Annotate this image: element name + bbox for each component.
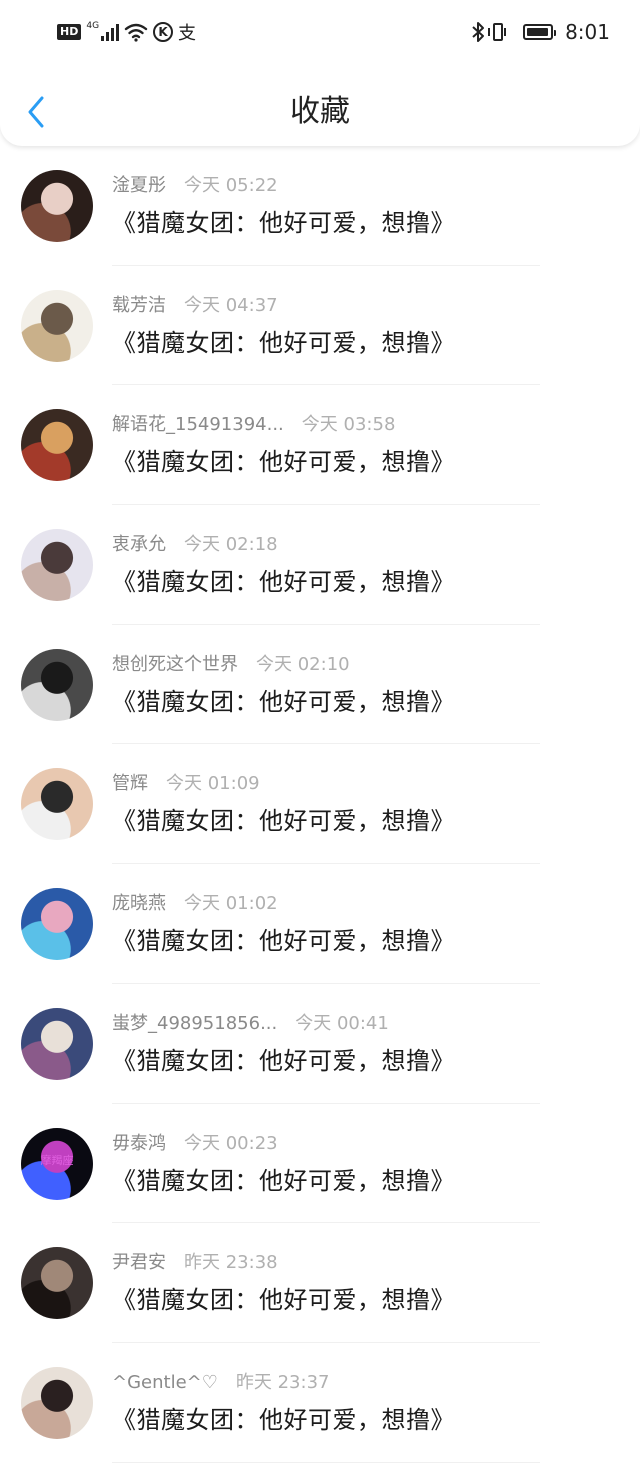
item-text[interactable]: 《猎魔女团：他好可爱，想撸》 xyxy=(112,326,455,360)
username[interactable]: 尹君安 xyxy=(112,1252,166,1273)
timestamp: 今天 01:09 xyxy=(166,773,260,795)
avatar-text: 摩羯座 xyxy=(40,1153,74,1167)
k-icon: K xyxy=(153,22,174,42)
list-item[interactable]: 摩羯座 毋泰鸿 今天 00:23 《猎魔女团：他好可爱，想撸》 xyxy=(0,1104,640,1224)
list-item[interactable]: 管辉 今天 01:09 《猎魔女团：他好可爱，想撸》 xyxy=(0,744,640,865)
list-item[interactable]: 庞晓燕 今天 01:02 《猎魔女团：他好可爱，想撸》 xyxy=(0,864,640,984)
avatar[interactable]: 摩羯座 xyxy=(21,1127,93,1200)
item-meta: 尹君安 昨天 23:38 xyxy=(112,1250,278,1276)
item-text[interactable]: 《猎魔女团：他好可爱，想撸》 xyxy=(112,1044,455,1078)
list-item[interactable]: 淦夏彤 今天 05:22 《猎魔女团：他好可爱，想撸》 xyxy=(0,146,640,266)
app-header: HD 4G K 支 8:01 收藏 xyxy=(0,0,640,146)
username[interactable]: 庞晓燕 xyxy=(112,893,166,914)
item-meta: 毋泰鸿 今天 00:23 xyxy=(112,1131,278,1157)
avatar[interactable] xyxy=(21,1247,93,1320)
item-text[interactable]: 《猎魔女团：他好可爱，想撸》 xyxy=(112,206,455,240)
username[interactable]: 衷承允 xyxy=(112,534,166,555)
item-meta: 蚩梦_498951856... 今天 00:41 xyxy=(112,1011,389,1037)
status-bar: HD 4G K 支 8:01 xyxy=(0,0,640,64)
item-meta: 解语花_15491394... 今天 03:58 xyxy=(112,412,395,438)
status-left: HD 4G K 支 xyxy=(57,20,196,44)
hd-icon: HD xyxy=(57,24,82,40)
avatar[interactable] xyxy=(21,1366,93,1439)
list-item[interactable]: 衷承允 今天 02:18 《猎魔女团：他好可爱，想撸》 xyxy=(0,505,640,625)
item-text[interactable]: 《猎魔女团：他好可爱，想撸》 xyxy=(112,1283,455,1317)
username[interactable]: 管辉 xyxy=(112,773,148,794)
timestamp: 今天 01:02 xyxy=(184,893,278,915)
timestamp: 昨天 23:37 xyxy=(235,1371,330,1393)
avatar[interactable] xyxy=(21,289,93,362)
network-type-label: 4G xyxy=(86,21,100,31)
timestamp: 今天 02:18 xyxy=(184,534,278,556)
list-item[interactable]: 想创死这个世界 今天 02:10 《猎魔女团：他好可爱，想撸》 xyxy=(0,625,640,745)
avatar[interactable] xyxy=(21,1007,93,1080)
username[interactable]: 毋泰鸿 xyxy=(112,1133,166,1154)
vibrate-icon xyxy=(488,23,507,41)
item-text[interactable]: 《猎魔女团：他好可爱，想撸》 xyxy=(112,685,455,719)
item-text[interactable]: 《猎魔女团：他好可爱，想撸》 xyxy=(112,1403,455,1437)
timestamp: 今天 00:41 xyxy=(295,1012,389,1034)
bluetooth-icon xyxy=(472,22,485,42)
item-text[interactable]: 《猎魔女团：他好可爱，想撸》 xyxy=(112,924,455,958)
avatar[interactable] xyxy=(21,409,93,482)
timestamp: 昨天 23:38 xyxy=(184,1252,278,1274)
item-meta: 淦夏彤 今天 05:22 xyxy=(112,173,278,199)
favorites-list: 淦夏彤 今天 05:22 《猎魔女团：他好可爱，想撸》 载芳洁 今天 04:37 《猎魔女… xyxy=(0,146,640,1463)
avatar[interactable] xyxy=(21,529,93,602)
username[interactable]: 解语花_15491394... xyxy=(112,414,284,435)
list-item[interactable]: ^Gentle^♡ 昨天 23:37 《猎魔女团：他好可爱，想撸》 xyxy=(0,1343,640,1463)
signal-icon xyxy=(101,23,120,41)
battery-icon xyxy=(523,24,557,40)
item-text[interactable]: 《猎魔女团：他好可爱，想撸》 xyxy=(112,565,455,599)
username[interactable]: 载芳洁 xyxy=(112,295,166,316)
item-meta: ^Gentle^♡ 昨天 23:37 xyxy=(112,1370,329,1396)
item-meta: 载芳洁 今天 04:37 xyxy=(112,293,278,319)
timestamp: 今天 00:23 xyxy=(184,1132,278,1154)
list-item[interactable]: 尹君安 昨天 23:38 《猎魔女团：他好可爱，想撸》 xyxy=(0,1223,640,1343)
item-meta: 想创死这个世界 今天 02:10 xyxy=(112,652,350,678)
item-text[interactable]: 《猎魔女团：他好可爱，想撸》 xyxy=(112,445,455,479)
list-item[interactable]: 载芳洁 今天 04:37 《猎魔女团：他好可爱，想撸》 xyxy=(0,266,640,386)
item-meta: 庞晓燕 今天 01:02 xyxy=(112,891,278,917)
avatar[interactable] xyxy=(21,768,93,841)
username[interactable]: 想创死这个世界 xyxy=(112,654,238,675)
username[interactable]: 淦夏彤 xyxy=(112,175,166,196)
page-title: 收藏 xyxy=(290,94,350,129)
item-text[interactable]: 《猎魔女团：他好可爱，想撸》 xyxy=(112,804,455,838)
alipay-icon: 支 xyxy=(178,23,197,44)
item-meta: 管辉 今天 01:09 xyxy=(112,771,260,797)
avatar[interactable] xyxy=(21,170,93,242)
timestamp: 今天 03:58 xyxy=(301,414,396,436)
avatar[interactable] xyxy=(21,888,93,961)
wifi-icon xyxy=(124,23,148,42)
avatar[interactable] xyxy=(21,648,93,721)
list-item[interactable]: 蚩梦_498951856... 今天 00:41 《猎魔女团：他好可爱，想撸》 xyxy=(0,984,640,1104)
username[interactable]: 蚩梦_498951856... xyxy=(112,1013,277,1034)
status-right: 8:01 xyxy=(471,20,610,44)
timestamp: 今天 05:22 xyxy=(184,175,278,196)
clock: 8:01 xyxy=(565,20,610,44)
timestamp: 今天 04:37 xyxy=(184,294,278,316)
divider xyxy=(112,1461,540,1463)
timestamp: 今天 02:10 xyxy=(256,653,350,675)
username[interactable]: ^Gentle^♡ xyxy=(112,1372,218,1393)
item-meta: 衷承允 今天 02:18 xyxy=(112,532,278,558)
item-text[interactable]: 《猎魔女团：他好可爱，想撸》 xyxy=(112,1164,455,1198)
list-item[interactable]: 解语花_15491394... 今天 03:58 《猎魔女团：他好可爱，想撸》 xyxy=(0,385,640,506)
